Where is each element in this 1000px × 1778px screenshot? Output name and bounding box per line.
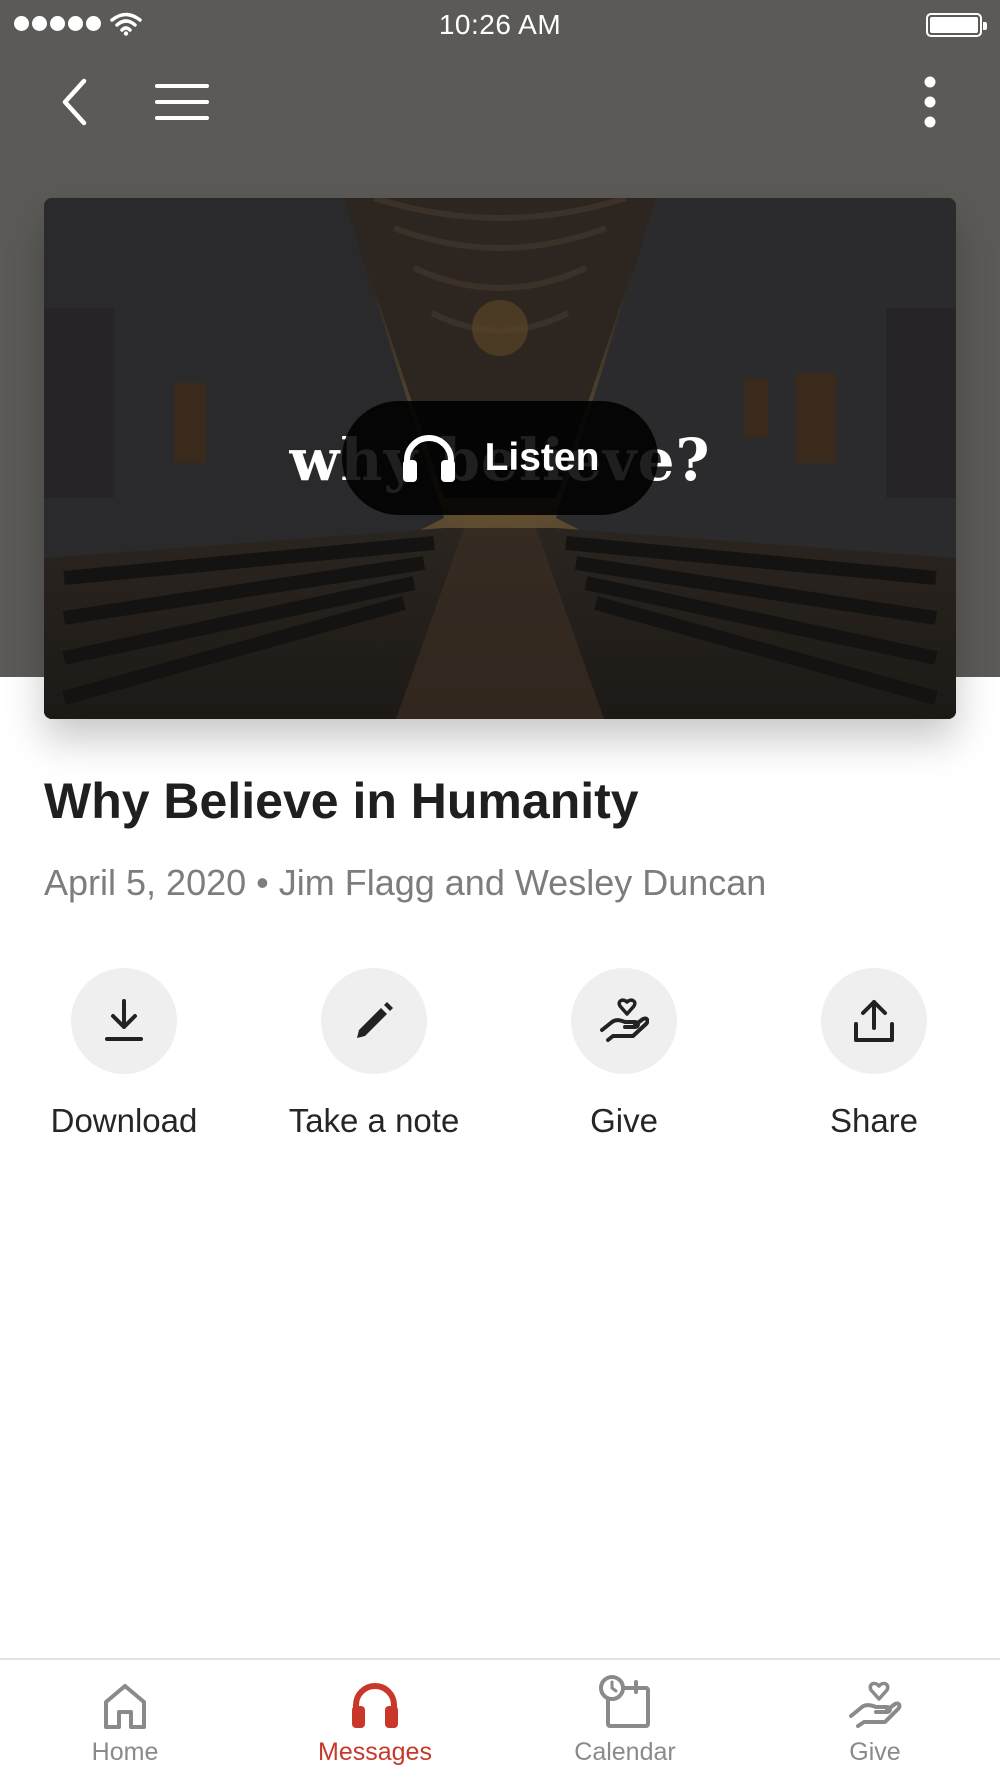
more-options-button[interactable]	[900, 64, 960, 140]
battery-icon	[926, 13, 987, 37]
headphones-icon	[352, 1683, 398, 1728]
calendar-icon	[599, 1675, 650, 1728]
tab-calendar-label: Calendar	[574, 1738, 676, 1766]
tab-bar: Home Messages Calendar Give	[0, 1658, 1000, 1778]
listen-label: Listen	[484, 436, 600, 479]
heart-hand-icon	[849, 1681, 902, 1728]
share-icon	[854, 1000, 894, 1042]
share-button-circle[interactable]	[821, 968, 927, 1074]
message-meta: April 5, 2020 • Jim Flagg and Wesley Dun…	[44, 862, 767, 903]
take-note-button[interactable]: Take a note	[274, 968, 474, 1140]
message-title: Why Believe in Humanity	[44, 773, 639, 829]
status-time: 10:26 AM	[438, 9, 562, 40]
give-button[interactable]: Give	[524, 968, 724, 1140]
tab-home-label: Home	[91, 1738, 159, 1766]
download-button[interactable]: Download	[24, 968, 224, 1140]
share-button[interactable]: Share	[774, 968, 974, 1140]
more-vertical-icon	[924, 76, 936, 128]
tab-home[interactable]: Home	[0, 1660, 250, 1778]
menu-button[interactable]	[144, 64, 220, 140]
listen-button[interactable]: Listen	[342, 401, 658, 515]
download-button-circle[interactable]	[71, 968, 177, 1074]
headphones-icon	[402, 435, 455, 482]
pencil-icon	[357, 1002, 393, 1038]
share-label: Share	[829, 1102, 919, 1139]
take-note-button-circle[interactable]	[321, 968, 427, 1074]
tab-messages[interactable]: Messages	[250, 1660, 500, 1778]
home-icon	[104, 1684, 146, 1729]
tab-messages-label: Messages	[318, 1738, 432, 1766]
heart-hand-icon	[600, 998, 649, 1042]
tab-give[interactable]: Give	[750, 1660, 1000, 1778]
message-artwork: why believe? Listen	[44, 198, 956, 719]
tab-give-label: Give	[849, 1738, 901, 1766]
give-button-circle[interactable]	[571, 968, 677, 1074]
back-button[interactable]	[36, 64, 112, 140]
status-bar: 10:26 AM	[0, 0, 1000, 50]
take-note-label: Take a note	[288, 1102, 460, 1139]
hamburger-menu-icon	[155, 84, 209, 120]
download-label: Download	[50, 1102, 198, 1139]
give-label: Give	[590, 1102, 658, 1139]
chevron-left-icon	[62, 78, 87, 126]
tab-calendar[interactable]: Calendar	[500, 1660, 750, 1778]
download-icon	[105, 999, 143, 1041]
